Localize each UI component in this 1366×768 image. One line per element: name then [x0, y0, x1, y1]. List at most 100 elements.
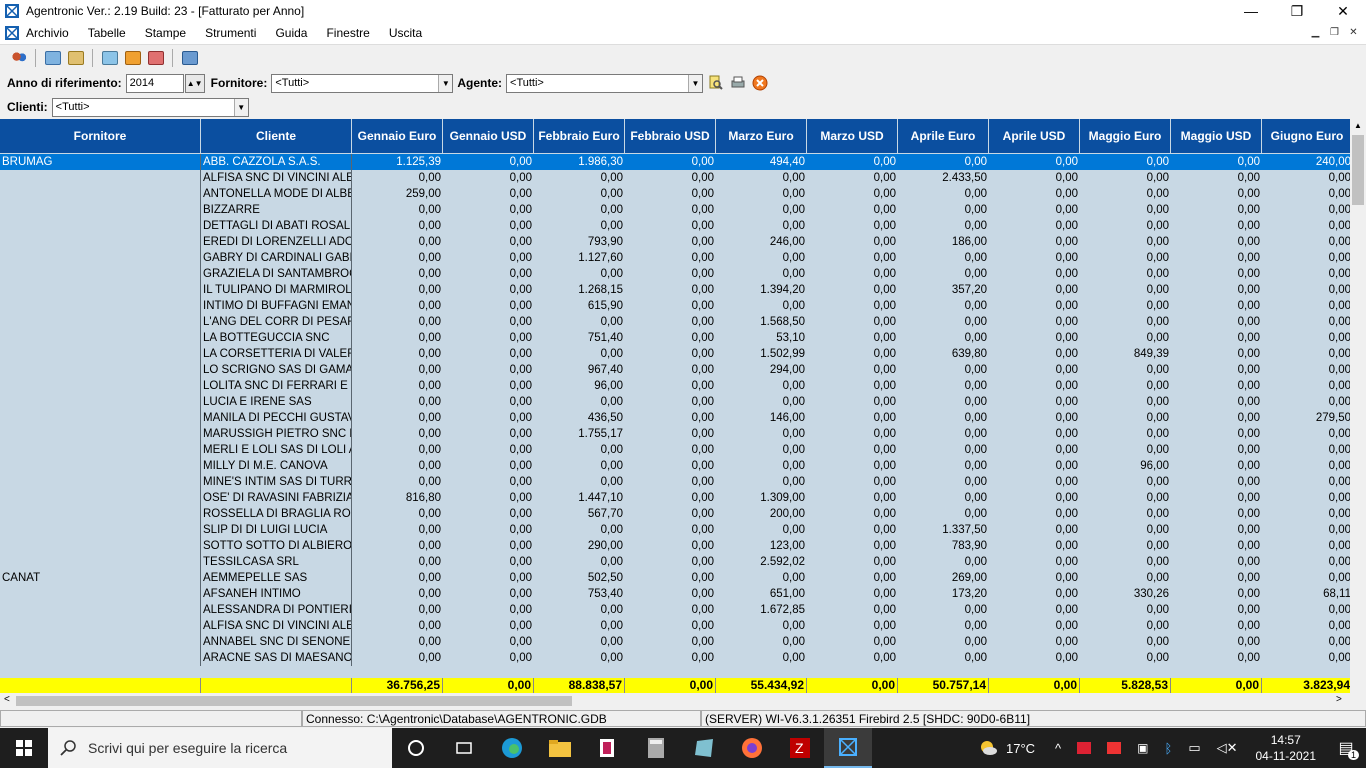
amount-cell[interactable]: 651,00: [716, 586, 807, 602]
amount-cell[interactable]: 751,40: [534, 330, 625, 346]
amount-cell[interactable]: 0,00: [989, 538, 1080, 554]
fornitore-cell[interactable]: CANAT: [0, 570, 201, 586]
column-header[interactable]: Maggio Euro: [1080, 119, 1171, 154]
amount-cell[interactable]: 0,00: [1171, 458, 1262, 474]
amount-cell[interactable]: 0,00: [1171, 426, 1262, 442]
amount-cell[interactable]: 0,00: [443, 538, 534, 554]
amount-cell[interactable]: 0,00: [989, 186, 1080, 202]
amount-cell[interactable]: 0,00: [443, 442, 534, 458]
cliente-cell[interactable]: SLIP DI DI LUIGI LUCIA: [201, 522, 352, 538]
amount-cell[interactable]: 0,00: [1171, 586, 1262, 602]
amount-cell[interactable]: 1.502,99: [716, 346, 807, 362]
amount-cell[interactable]: 0,00: [716, 570, 807, 586]
device-icon[interactable]: ▣: [1137, 741, 1148, 755]
fornitore-cell[interactable]: BRUMAG: [0, 154, 201, 170]
amount-cell[interactable]: 0,00: [625, 394, 716, 410]
amount-cell[interactable]: 0,00: [716, 474, 807, 490]
table-row[interactable]: MILLY DI M.E. CANOVA 0,00 0,00 0,00 0,00 0,00…: [0, 458, 1350, 474]
amount-cell[interactable]: 0,00: [352, 362, 443, 378]
fornitore-cell[interactable]: [0, 490, 201, 506]
amount-cell[interactable]: 259,00: [352, 186, 443, 202]
amount-cell[interactable]: 0,00: [716, 394, 807, 410]
amount-cell[interactable]: 0,00: [443, 170, 534, 186]
column-header[interactable]: Aprile Euro: [898, 119, 989, 154]
amount-cell[interactable]: 0,00: [807, 202, 898, 218]
scroll-right-icon[interactable]: >: [1336, 694, 1342, 705]
amount-cell[interactable]: 0,00: [716, 650, 807, 666]
amount-cell[interactable]: 0,00: [352, 522, 443, 538]
amount-cell[interactable]: 0,00: [352, 634, 443, 650]
amount-cell[interactable]: 0,00: [625, 426, 716, 442]
amount-cell[interactable]: 0,00: [807, 234, 898, 250]
copy-button[interactable]: [42, 47, 64, 69]
amount-cell[interactable]: 0,00: [1262, 442, 1350, 458]
chevron-down-icon[interactable]: ▼: [438, 74, 453, 92]
cliente-cell[interactable]: AFSANEH INTIMO: [201, 586, 352, 602]
amount-cell[interactable]: 0,00: [989, 442, 1080, 458]
amount-cell[interactable]: 0,00: [1262, 474, 1350, 490]
cliente-cell[interactable]: SOTTO SOTTO DI ALBIERO M: [201, 538, 352, 554]
fornitore-cell[interactable]: [0, 538, 201, 554]
amount-cell[interactable]: 0,00: [807, 218, 898, 234]
amount-cell[interactable]: 1.568,50: [716, 314, 807, 330]
amount-cell[interactable]: 0,00: [1080, 314, 1171, 330]
amount-cell[interactable]: 0,00: [352, 250, 443, 266]
amount-cell[interactable]: 0,00: [898, 250, 989, 266]
amount-cell[interactable]: 0,00: [352, 474, 443, 490]
amount-cell[interactable]: 0,00: [1171, 394, 1262, 410]
amount-cell[interactable]: 0,00: [898, 202, 989, 218]
amount-cell[interactable]: 0,00: [443, 554, 534, 570]
amount-cell[interactable]: 0,00: [625, 234, 716, 250]
amount-cell[interactable]: 0,00: [807, 650, 898, 666]
amount-cell[interactable]: 0,00: [443, 218, 534, 234]
amount-cell[interactable]: 0,00: [443, 282, 534, 298]
amount-cell[interactable]: 0,00: [1171, 602, 1262, 618]
amount-cell[interactable]: 0,00: [1080, 410, 1171, 426]
amount-cell[interactable]: 0,00: [989, 346, 1080, 362]
amount-cell[interactable]: 0,00: [716, 426, 807, 442]
amount-cell[interactable]: 0,00: [443, 298, 534, 314]
amount-cell[interactable]: 0,00: [534, 170, 625, 186]
amount-cell[interactable]: 0,00: [989, 554, 1080, 570]
amount-cell[interactable]: 0,00: [443, 458, 534, 474]
amount-cell[interactable]: 0,00: [807, 522, 898, 538]
amount-cell[interactable]: 0,00: [807, 458, 898, 474]
amount-cell[interactable]: 0,00: [625, 458, 716, 474]
amount-cell[interactable]: 0,00: [443, 362, 534, 378]
amount-cell[interactable]: 1.986,30: [534, 154, 625, 170]
amount-cell[interactable]: 0,00: [1080, 266, 1171, 282]
cliente-cell[interactable]: MILLY DI M.E. CANOVA: [201, 458, 352, 474]
cliente-cell[interactable]: L'ANG DEL CORR DI PESARE: [201, 314, 352, 330]
amount-cell[interactable]: 0,00: [352, 394, 443, 410]
amount-cell[interactable]: 0,00: [443, 330, 534, 346]
amount-cell[interactable]: 0,00: [443, 394, 534, 410]
agente-combo[interactable]: <Tutti> ▼: [506, 73, 704, 93]
amount-cell[interactable]: 0,00: [1262, 618, 1350, 634]
amount-cell[interactable]: 0,00: [352, 442, 443, 458]
menu-stampe[interactable]: Stampe: [145, 26, 186, 40]
amount-cell[interactable]: 0,00: [1171, 554, 1262, 570]
amount-cell[interactable]: 146,00: [716, 410, 807, 426]
table-row[interactable]: ROSSELLA DI BRAGLIA ROSS 0,00 0,00 567,70 0,…: [0, 506, 1350, 522]
amount-cell[interactable]: 0,00: [898, 634, 989, 650]
amount-cell[interactable]: 0,00: [1171, 186, 1262, 202]
cliente-cell[interactable]: GABRY DI CARDINALI GABRI: [201, 250, 352, 266]
amount-cell[interactable]: 0,00: [352, 298, 443, 314]
scroll-left-icon[interactable]: <: [4, 694, 10, 705]
filezilla-app[interactable]: Z: [776, 728, 824, 768]
amount-cell[interactable]: 0,00: [989, 570, 1080, 586]
cortana-button[interactable]: [392, 728, 440, 768]
amount-cell[interactable]: 1.127,60: [534, 250, 625, 266]
amount-cell[interactable]: 0,00: [1171, 474, 1262, 490]
fornitore-cell[interactable]: [0, 442, 201, 458]
users-button[interactable]: [8, 47, 30, 69]
amount-cell[interactable]: 0,00: [352, 330, 443, 346]
fornitore-cell[interactable]: [0, 650, 201, 666]
amount-cell[interactable]: 0,00: [807, 170, 898, 186]
network-icon[interactable]: ▭: [1188, 740, 1200, 756]
minimize-button[interactable]: —: [1228, 0, 1274, 22]
amount-cell[interactable]: 639,80: [898, 346, 989, 362]
table-row[interactable]: SOTTO SOTTO DI ALBIERO M 0,00 0,00 290,00 0,…: [0, 538, 1350, 554]
amount-cell[interactable]: 0,00: [352, 458, 443, 474]
amount-cell[interactable]: 0,00: [443, 426, 534, 442]
